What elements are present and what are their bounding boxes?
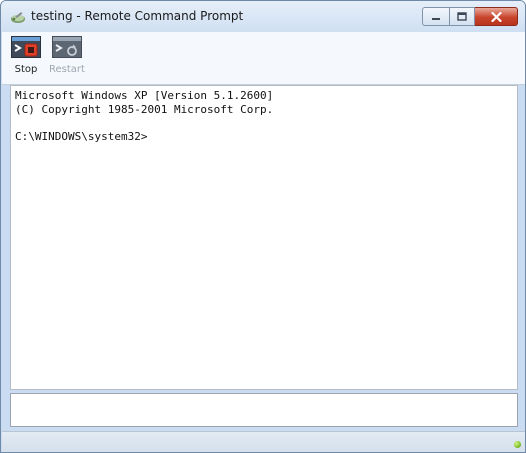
maximize-icon xyxy=(457,12,467,21)
command-input[interactable] xyxy=(10,393,518,427)
stop-button[interactable]: Stop xyxy=(6,36,46,82)
restart-label: Restart xyxy=(49,64,85,75)
close-button[interactable] xyxy=(475,7,518,26)
close-icon xyxy=(490,11,502,22)
restart-console-icon xyxy=(52,36,82,58)
remote-console-icon xyxy=(11,12,25,23)
console-output[interactable]: Microsoft Windows XP [Version 5.1.2600](… xyxy=(10,85,518,390)
caption-buttons xyxy=(422,7,518,26)
connection-status-icon xyxy=(514,441,521,448)
restart-button[interactable]: Restart xyxy=(47,36,87,82)
console-line: (C) Copyright 1985-2001 Microsoft Corp. xyxy=(15,102,274,116)
stop-label: Stop xyxy=(14,64,38,75)
window-title: testing - Remote Command Prompt xyxy=(31,9,244,23)
status-bar xyxy=(2,431,525,452)
toolbar: Stop Restart xyxy=(2,32,525,85)
title-bar[interactable]: testing - Remote Command Prompt xyxy=(1,1,525,32)
stop-console-icon xyxy=(11,36,41,58)
minimize-button[interactable] xyxy=(422,7,449,26)
console-line: Microsoft Windows XP [Version 5.1.2600] xyxy=(15,89,274,102)
minimize-icon xyxy=(432,17,440,20)
console-line: C:\WINDOWS\system32> xyxy=(15,129,148,143)
maximize-button[interactable] xyxy=(449,7,475,26)
remote-command-prompt-window: testing - Remote Command Prompt Stop Res… xyxy=(0,0,526,453)
